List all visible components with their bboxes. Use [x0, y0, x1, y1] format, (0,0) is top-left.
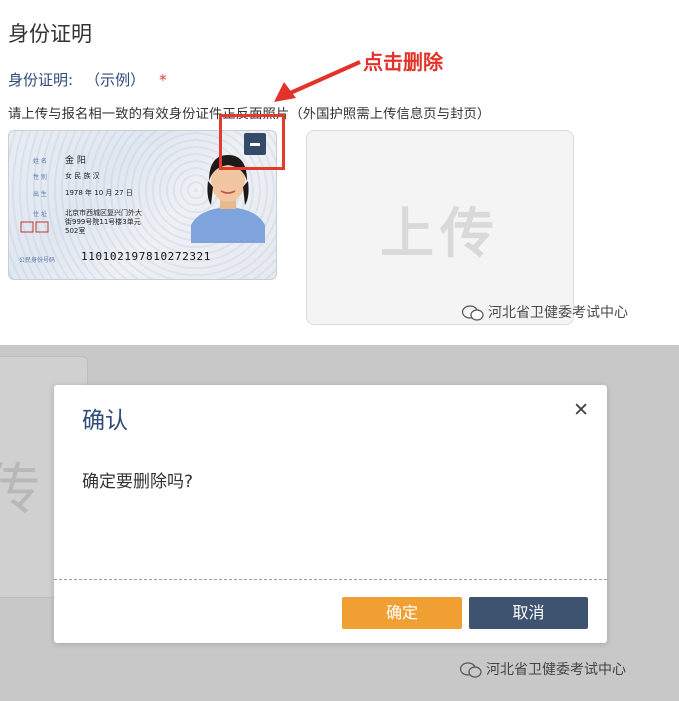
- id-name-label: 姓 名: [33, 158, 47, 165]
- background-partial-char: 传: [0, 458, 40, 523]
- close-icon[interactable]: ✕: [573, 399, 589, 421]
- remove-image-button[interactable]: [244, 133, 266, 155]
- dialog-title: 确认: [82, 408, 128, 434]
- wechat-icon: [460, 662, 482, 678]
- dialog-message: 确定要删除吗?: [82, 472, 194, 492]
- required-mark: *: [159, 71, 167, 89]
- watermark-text-bottom: 河北省卫健委考试中心: [486, 662, 626, 678]
- wechat-icon: [462, 305, 484, 321]
- seal-stamp-icon: [20, 221, 49, 233]
- dialog-divider: [54, 579, 607, 580]
- id-address-label: 住 址: [33, 211, 47, 218]
- watermark-bottom: 河北省卫健委考试中心: [460, 659, 626, 679]
- annotation-text: 点击删除: [363, 50, 443, 74]
- id-number-label: 公民身份号码: [19, 257, 56, 264]
- upload-form-panel: 身份证明 身份证明: （示例） * 请上传与报名相一致的有效身份证件正反面照片（外国…: [0, 0, 679, 345]
- cancel-button[interactable]: 取消: [469, 597, 588, 629]
- id-birth-label: 出 生: [33, 191, 47, 198]
- watermark: 河北省卫健委考试中心: [462, 302, 628, 322]
- upload-label: 上传: [380, 202, 500, 265]
- id-gender-value: 女 民 族 汉: [65, 172, 100, 180]
- field-label-row: 身份证明: （示例） *: [8, 69, 167, 90]
- field-label: 身份证明:: [8, 71, 74, 89]
- confirm-button[interactable]: 确定: [342, 597, 462, 629]
- section-title: 身份证明: [8, 22, 92, 46]
- upload-dropzone[interactable]: 上传: [306, 130, 574, 325]
- minus-icon: [250, 143, 260, 146]
- confirm-dialog: 确认 ✕ 确定要删除吗? 确定 取消: [54, 385, 607, 643]
- id-number-value: 110102197810272321: [81, 250, 212, 263]
- id-birth-value: 1978 年 10 月 27 日: [65, 189, 133, 197]
- id-name-value: 金 阳: [65, 156, 86, 166]
- example-link[interactable]: （示例）: [85, 71, 145, 89]
- id-gender-label: 性 别: [33, 174, 47, 181]
- annotation-arrow: [274, 60, 361, 102]
- id-address-line3: 502室: [65, 227, 86, 235]
- watermark-text: 河北省卫健委考试中心: [488, 305, 628, 321]
